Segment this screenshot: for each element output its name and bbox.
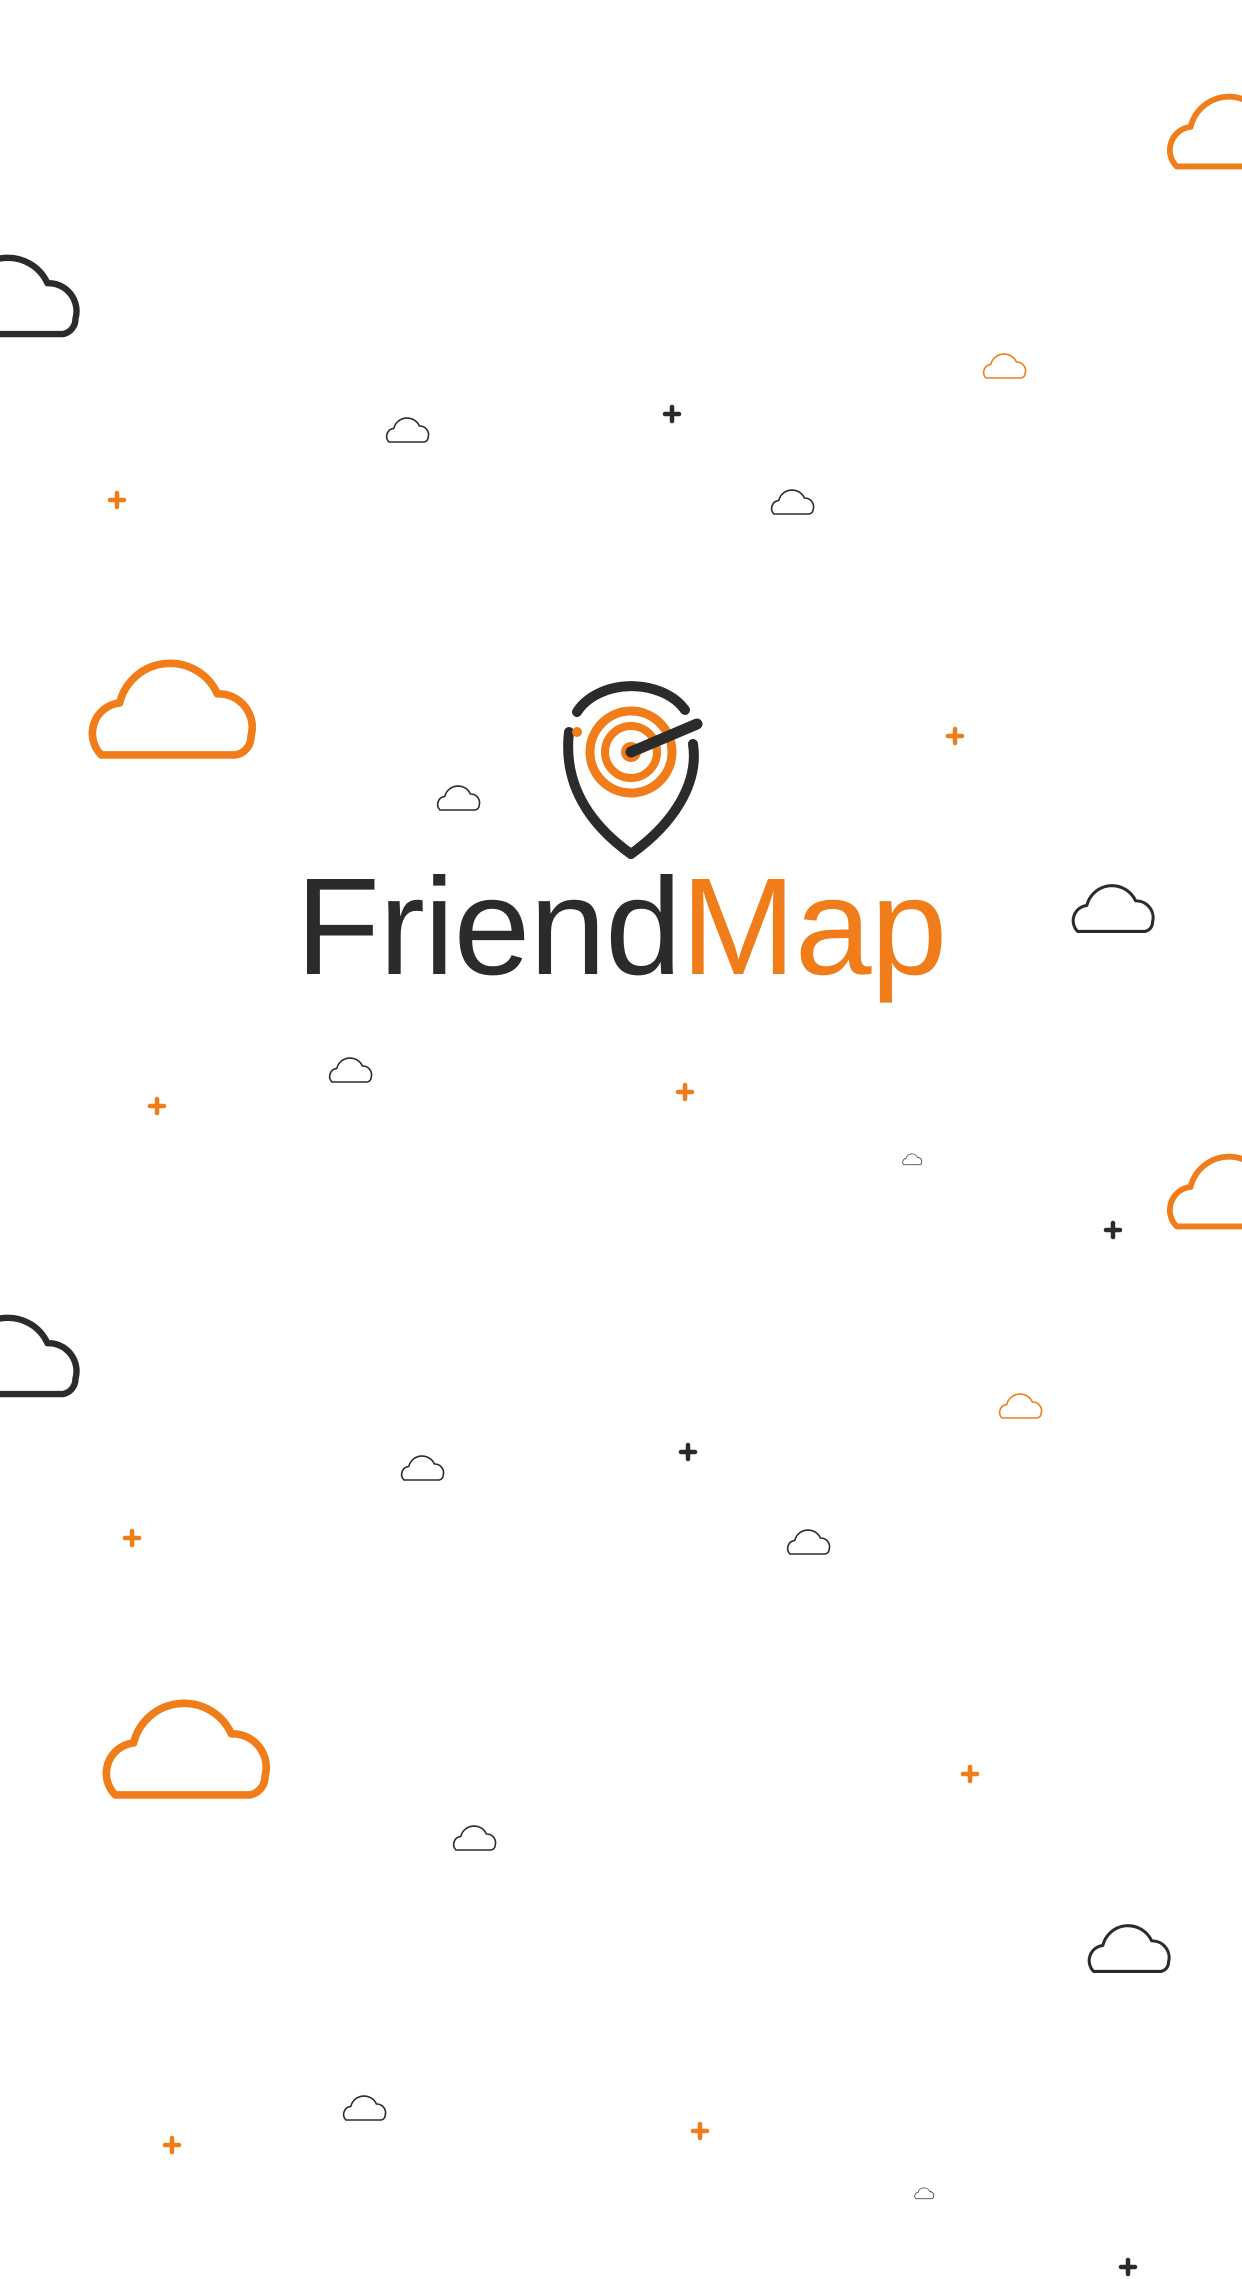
plus-sparkle-icon (960, 1764, 980, 1784)
cloud-outline-icon (0, 1318, 77, 1394)
plus-sparkle-icon (107, 490, 127, 510)
cloud-outline-icon (92, 663, 252, 755)
cloud-outline-icon (400, 1455, 445, 1481)
splash-background (0, 0, 1242, 2277)
cloud-outline-icon (452, 1825, 497, 1851)
plus-sparkle-icon (690, 2121, 710, 2141)
plus-sparkle-icon (945, 726, 965, 746)
location-pin-target-icon (563, 681, 703, 859)
app-name-part-map: Map (680, 850, 947, 1004)
cloud-outline-icon (998, 1393, 1043, 1419)
plus-sparkle-icon (162, 2135, 182, 2155)
plus-sparkle-icon (678, 1442, 698, 1462)
plus-sparkle-icon (675, 1082, 695, 1102)
cloud-outline-icon (786, 1529, 831, 1555)
cloud-outline-icon (385, 417, 430, 443)
cloud-outline-icon (1087, 1924, 1171, 1973)
app-name: FriendMap (0, 858, 1242, 996)
cloud-outline-icon (902, 1153, 923, 1166)
cloud-outline-icon (0, 258, 77, 334)
cloud-outline-icon (770, 489, 815, 515)
cloud-outline-icon (982, 353, 1027, 379)
cloud-outline-icon (106, 1703, 266, 1795)
app-name-part-friend: Friend (295, 850, 682, 1004)
plus-sparkle-icon (1103, 1220, 1123, 1240)
cloud-outline-icon (1170, 1157, 1242, 1227)
cloud-outline-icon (328, 1057, 373, 1083)
cloud-outline-icon (914, 2187, 935, 2200)
plus-sparkle-icon (1118, 2257, 1138, 2277)
plus-sparkle-icon (147, 1096, 167, 1116)
cloud-outline-icon (436, 785, 481, 811)
cloud-outline-icon (1170, 97, 1242, 167)
cloud-outline-icon (342, 2095, 387, 2121)
decor-layer (0, 97, 1242, 2277)
plus-sparkle-icon (122, 1528, 142, 1548)
plus-sparkle-icon (662, 404, 682, 424)
